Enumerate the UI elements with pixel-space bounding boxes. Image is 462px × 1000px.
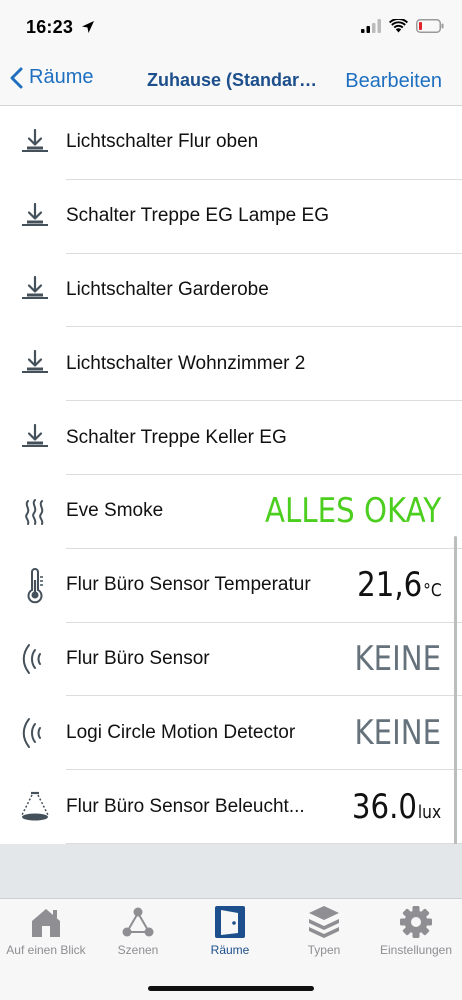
tab-label: Typen — [307, 943, 341, 957]
item-label: Lichtschalter Garderobe — [66, 278, 269, 300]
tab-label: Räume — [210, 943, 250, 957]
item-label: Logi Circle Motion Detector — [66, 721, 296, 743]
motion-icon — [0, 623, 66, 697]
tab-label: Szenen — [117, 943, 159, 957]
status-text: KEINE — [354, 638, 442, 679]
switch-icon — [0, 106, 66, 180]
list-item[interactable]: Eve Smoke ALLES OKAY — [0, 475, 462, 549]
location-arrow-icon — [82, 21, 94, 33]
switch-icon — [0, 180, 66, 254]
motion-icon — [0, 696, 66, 770]
smoke-icon — [0, 475, 66, 549]
home-icon — [32, 909, 60, 937]
list-item[interactable]: Lichtschalter Flur oben — [0, 106, 462, 180]
list-item[interactable]: Flur Büro Sensor KEINE — [0, 623, 462, 697]
tab-einstellungen[interactable]: Einstellungen — [370, 905, 462, 957]
status-text: ALLES OKAY — [265, 491, 442, 532]
tab-auf-einen-blick[interactable]: Auf einen Blick — [0, 905, 92, 957]
switch-icon — [0, 401, 66, 475]
item-label: Schalter Treppe Keller EG — [66, 426, 287, 448]
temperature-value: 21,6 °C — [357, 565, 462, 605]
tab-label: Auf einen Blick — [6, 943, 86, 957]
item-label: Schalter Treppe EG Lampe EG — [66, 205, 329, 227]
chevron-left-icon — [10, 67, 23, 88]
switch-icon — [0, 327, 66, 401]
tab-label: Einstellungen — [379, 943, 453, 957]
door-icon — [215, 906, 245, 938]
status-time: 16:23 — [26, 17, 74, 37]
list-item[interactable]: Flur Büro Sensor Beleucht... 36.0 lux — [0, 770, 462, 844]
item-label: Flur Büro Sensor Temperatur — [66, 574, 311, 596]
item-label: Lichtschalter Wohnzimmer 2 — [66, 352, 306, 374]
navigation-bar: Räume Zuhause (Standard... Bearbeiten — [0, 56, 462, 106]
back-label: Räume — [29, 66, 94, 88]
tab-bar: Auf einen Blick Szenen Räume Typen Einst… — [0, 898, 462, 1000]
motion-status-value: KEINE — [355, 639, 462, 679]
smoke-status-value: ALLES OKAY — [265, 491, 462, 531]
tab-typen[interactable]: Typen — [278, 905, 370, 957]
item-label: Flur Büro Sensor — [66, 647, 210, 669]
item-label: Flur Büro Sensor Beleucht... — [66, 795, 305, 817]
battery-icon — [416, 19, 444, 33]
tab-szenen[interactable]: Szenen — [92, 905, 184, 957]
item-label: Lichtschalter Flur oben — [66, 131, 259, 153]
gear-icon — [400, 906, 432, 938]
list-item[interactable]: Lichtschalter Wohnzimmer 2 — [0, 327, 462, 402]
switch-icon — [0, 254, 66, 328]
list-item[interactable]: Lichtschalter Garderobe — [0, 254, 462, 328]
thermometer-icon — [0, 549, 66, 623]
layers-icon — [309, 906, 339, 938]
list-item[interactable]: Logi Circle Motion Detector KEINE — [0, 696, 462, 771]
illuminance-value: 36.0 lux — [352, 787, 462, 827]
list-item[interactable]: Flur Büro Sensor Temperatur 21,6 °C — [0, 549, 462, 623]
signal-icon — [361, 19, 381, 33]
illuminance-number: 36.0 — [352, 786, 418, 827]
illuminance-unit: lux — [418, 801, 442, 823]
item-label: Eve Smoke — [66, 500, 164, 522]
list-background — [0, 844, 462, 898]
scrollbar[interactable] — [454, 536, 457, 866]
home-indicator[interactable] — [148, 986, 314, 991]
page-title: Zuhause (Standard... — [147, 70, 319, 90]
light-sensor-icon — [0, 770, 66, 844]
back-button[interactable]: Räume — [10, 66, 93, 89]
status-indicators — [361, 19, 444, 33]
status-bar: 16:23 — [0, 0, 462, 56]
list-item[interactable]: Schalter Treppe Keller EG — [0, 401, 462, 475]
accessory-list: Lichtschalter Flur oben Schalter Treppe … — [0, 106, 462, 866]
scenes-icon — [122, 907, 154, 937]
status-text: KEINE — [354, 712, 442, 753]
motion-status-value: KEINE — [355, 713, 462, 753]
wifi-icon — [389, 19, 408, 33]
edit-button[interactable]: Bearbeiten — [345, 70, 442, 93]
list-item[interactable]: Schalter Treppe EG Lampe EG — [0, 180, 462, 254]
tab-raeume[interactable]: Räume — [184, 905, 276, 957]
temperature-unit: °C — [422, 580, 442, 602]
temperature-number: 21,6 — [356, 565, 422, 606]
